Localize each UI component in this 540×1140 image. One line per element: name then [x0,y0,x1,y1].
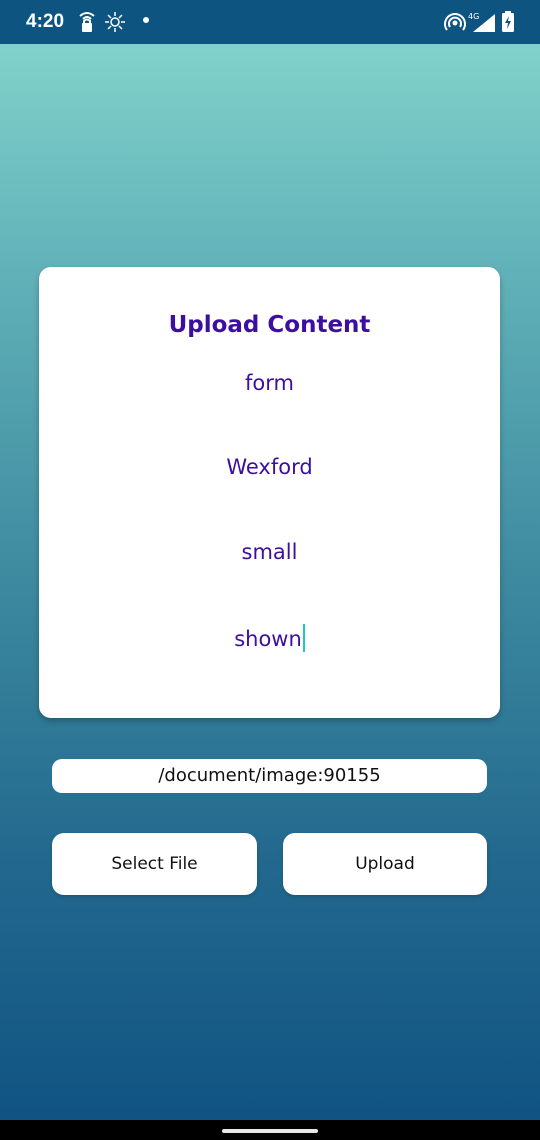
battery-charging-icon [501,10,515,34]
text-field-1[interactable]: form [39,371,500,395]
brightness-icon [104,10,126,34]
text-field-3[interactable]: small [39,540,500,564]
network-type-label: 4G [468,12,479,21]
text-cursor [302,624,305,652]
app-screen: 4:20 4G Upload Content form Wexford smal… [0,0,540,1140]
status-bar: 4:20 4G [0,0,540,44]
notification-dot-icon [143,17,149,23]
status-time: 4:20 [26,11,65,32]
select-file-button[interactable]: Select File [52,833,257,895]
signal-4g-icon: 4G [467,10,499,34]
upload-button[interactable]: Upload [283,833,487,895]
lock-antenna-icon [76,10,98,34]
upload-card: Upload Content form Wexford small shown [39,267,500,718]
card-title: Upload Content [168,312,371,338]
file-path-display: /document/image:90155 [52,759,487,793]
navigation-bar [0,1120,540,1140]
home-gesture-handle[interactable] [222,1129,318,1133]
text-field-2[interactable]: Wexford [39,455,500,479]
text-field-4-value: shown [234,627,302,651]
text-field-4-focused[interactable]: shown [39,624,500,652]
hotspot-icon [444,10,466,34]
